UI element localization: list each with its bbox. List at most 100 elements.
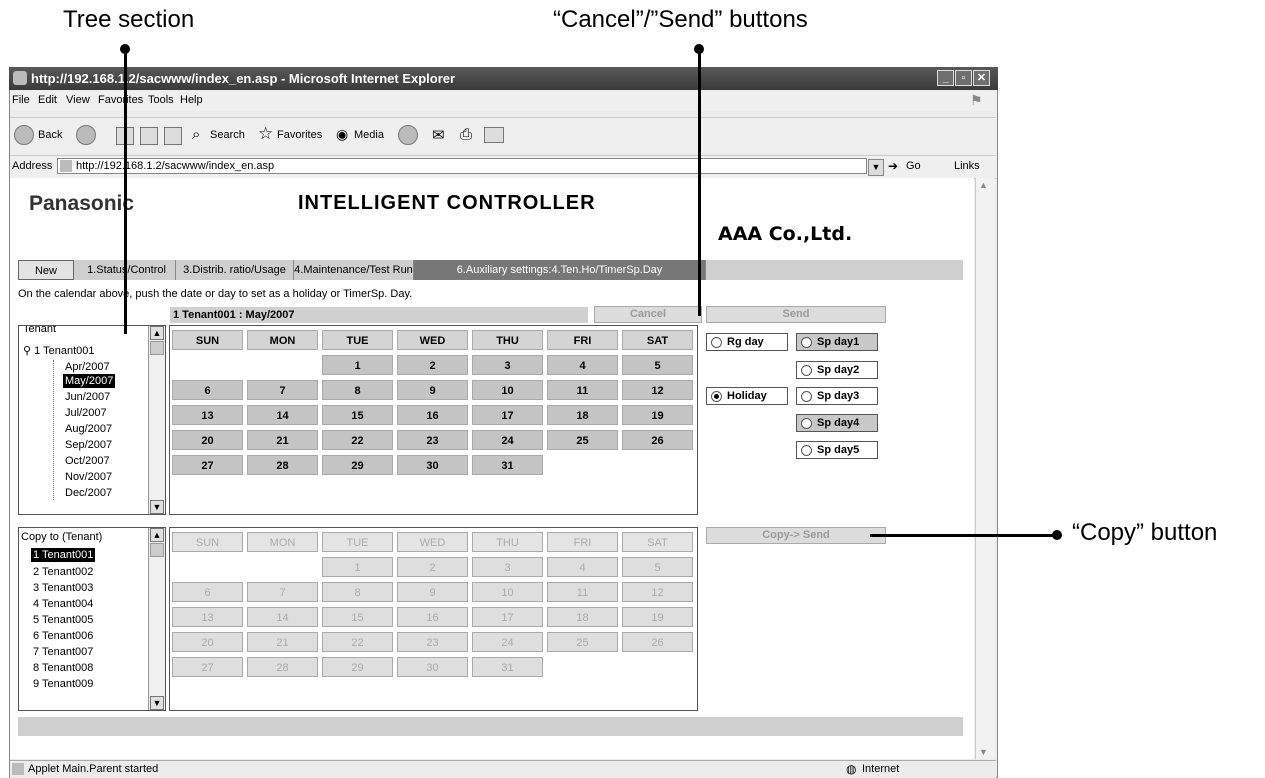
mail-icon[interactable]: ✉ (432, 126, 445, 144)
send-button[interactable]: Send (706, 306, 886, 323)
tenant-tree[interactable]: Tenant ⚲ 1 Tenant001 Apr/2007 May/2007 J… (18, 325, 166, 515)
history-icon[interactable] (398, 125, 418, 145)
copy-tree-item[interactable]: 7 Tenant007 (33, 645, 165, 659)
tree-item-selected[interactable]: May/2007 (63, 374, 116, 388)
date-cell[interactable]: 25 (547, 430, 618, 450)
date-cell[interactable]: 12 (622, 380, 693, 400)
date-cell[interactable]: 27 (172, 455, 243, 475)
copy-tree-item-selected[interactable]: 1 Tenant001 (31, 548, 96, 562)
date-cell[interactable]: 26 (622, 430, 693, 450)
favorites-label[interactable]: Favorites (277, 129, 322, 141)
go-arrow-icon[interactable]: ➔ (888, 159, 898, 173)
holiday-radio[interactable]: Holiday (706, 387, 788, 405)
copy-tree-item[interactable]: 3 Tenant003 (33, 581, 165, 595)
scroll-up-icon[interactable]: ▲ (979, 180, 988, 190)
date-cell[interactable]: 16 (397, 405, 468, 425)
date-cell[interactable]: 30 (397, 455, 468, 475)
links-label[interactable]: Links (954, 160, 980, 172)
tab-maintenance[interactable]: 4.Maintenance/Test Run (294, 260, 414, 280)
forward-icon[interactable] (76, 125, 96, 145)
date-cell[interactable]: 15 (322, 405, 393, 425)
date-cell[interactable]: 1 (322, 355, 393, 375)
search-label[interactable]: Search (210, 129, 245, 141)
date-cell[interactable]: 21 (247, 430, 318, 450)
date-cell[interactable]: 13 (172, 405, 243, 425)
menu-help[interactable]: Help (180, 94, 203, 106)
day-header[interactable]: TUE (322, 330, 393, 350)
menu-edit[interactable]: Edit (38, 94, 57, 106)
sp-day2-radio[interactable]: Sp day2 (796, 361, 878, 379)
back-label[interactable]: Back (38, 129, 62, 141)
home-icon[interactable] (164, 127, 182, 145)
sp-day3-radio[interactable]: Sp day3 (796, 387, 878, 405)
date-cell[interactable]: 3 (472, 355, 543, 375)
date-cell[interactable]: 18 (547, 405, 618, 425)
date-cell[interactable]: 8 (322, 380, 393, 400)
media-icon[interactable]: ◉ (336, 126, 348, 143)
date-cell[interactable]: 23 (397, 430, 468, 450)
date-cell[interactable]: 2 (397, 355, 468, 375)
tab-auxiliary-settings[interactable]: 6.Auxiliary settings:4.Ten.Ho/TimerSp.Da… (414, 260, 706, 280)
copy-tree-item[interactable]: 5 Tenant005 (33, 613, 165, 627)
date-cell[interactable]: 14 (247, 405, 318, 425)
tree-scrollbar[interactable]: ▲ ▼ (148, 326, 165, 514)
menu-file[interactable]: File (12, 94, 30, 106)
copy-tree-item[interactable]: 2 Tenant002 (33, 565, 165, 579)
day-header[interactable]: WED (397, 330, 468, 350)
scroll-up-icon[interactable]: ▲ (150, 326, 164, 340)
cancel-button[interactable]: Cancel (594, 306, 702, 323)
scroll-down-icon[interactable]: ▼ (150, 696, 164, 710)
date-cell[interactable]: 24 (472, 430, 543, 450)
date-cell[interactable]: 7 (247, 380, 318, 400)
day-header[interactable]: MON (247, 330, 318, 350)
address-input[interactable]: http://192.168.1.2/sacwww/index_en.asp (57, 158, 867, 174)
date-cell[interactable]: 9 (397, 380, 468, 400)
date-cell[interactable]: 10 (472, 380, 543, 400)
date-cell[interactable]: 6 (172, 380, 243, 400)
close-icon[interactable]: ✕ (973, 70, 990, 86)
tab-new[interactable]: New (18, 260, 74, 280)
scroll-down-icon[interactable]: ▼ (150, 500, 164, 514)
day-header[interactable]: THU (472, 330, 543, 350)
menu-tools[interactable]: Tools (148, 94, 174, 106)
scroll-down-icon[interactable]: ▼ (979, 747, 988, 757)
scroll-thumb[interactable] (150, 341, 164, 355)
date-cell[interactable]: 11 (547, 380, 618, 400)
print-icon[interactable]: ⎙ (460, 126, 472, 143)
rg-day-radio[interactable]: Rg day (706, 333, 788, 351)
go-button[interactable]: Go (906, 160, 921, 172)
address-dropdown-icon[interactable]: ▼ (868, 159, 884, 176)
copy-tree-item[interactable]: 6 Tenant006 (33, 629, 165, 643)
scroll-up-icon[interactable]: ▲ (150, 528, 164, 542)
tab-distrib-ratio[interactable]: 3.Distrib. ratio/Usage (176, 260, 294, 280)
copy-tree-item[interactable]: 8 Tenant008 (33, 661, 165, 675)
page-scrollbar[interactable]: ▲ ▼ (975, 178, 995, 759)
scroll-thumb[interactable] (150, 543, 164, 557)
date-cell[interactable]: 5 (622, 355, 693, 375)
date-cell[interactable]: 4 (547, 355, 618, 375)
edit-icon[interactable] (484, 127, 504, 143)
date-cell[interactable]: 20 (172, 430, 243, 450)
minimize-icon[interactable]: _ (937, 70, 954, 86)
date-cell[interactable]: 19 (622, 405, 693, 425)
copy-tenant-tree[interactable]: Copy to (Tenant) 1 Tenant001 2 Tenant002… (18, 527, 166, 711)
date-cell[interactable]: 28 (247, 455, 318, 475)
maximize-icon[interactable]: ▫ (955, 70, 972, 86)
menu-favorites[interactable]: Favorites (98, 94, 143, 106)
sp-day4-radio[interactable]: Sp day4 (796, 414, 878, 432)
refresh-icon[interactable] (140, 127, 158, 145)
copy-tree-scrollbar[interactable]: ▲ ▼ (148, 528, 165, 710)
day-header[interactable]: FRI (547, 330, 618, 350)
tree-root[interactable]: ⚲ 1 Tenant001 (23, 344, 163, 358)
media-label[interactable]: Media (354, 129, 384, 141)
copy-send-button[interactable]: Copy-> Send (706, 527, 886, 544)
day-header[interactable]: SAT (622, 330, 693, 350)
sp-day5-radio[interactable]: Sp day5 (796, 441, 878, 459)
copy-tree-item[interactable]: 9 Tenant009 (33, 677, 165, 691)
copy-tree-item[interactable]: 4 Tenant004 (33, 597, 165, 611)
search-icon[interactable]: ⌕ (192, 126, 200, 143)
date-cell[interactable]: 17 (472, 405, 543, 425)
day-header[interactable]: SUN (172, 330, 243, 350)
favorites-icon[interactable]: ☆ (258, 124, 273, 144)
date-cell[interactable]: 22 (322, 430, 393, 450)
